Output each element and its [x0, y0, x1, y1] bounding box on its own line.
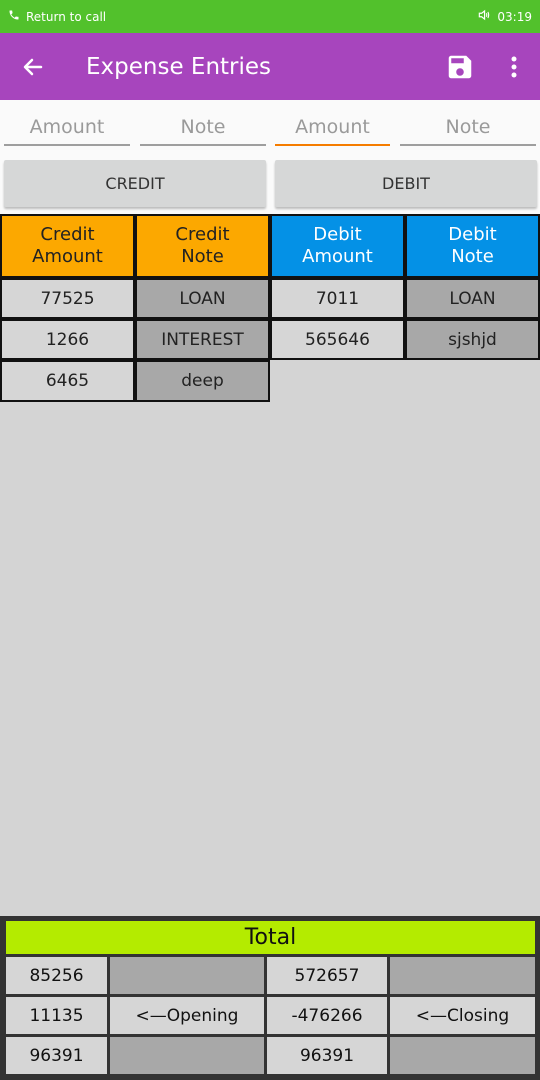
debit-note-cell[interactable]: sjshjd — [405, 319, 540, 360]
page-title: Expense Entries — [86, 53, 272, 80]
blank-cell — [110, 1037, 264, 1074]
debit-total: 572657 — [267, 957, 387, 994]
credit-amount-cell[interactable]: 1266 — [0, 319, 135, 360]
clock-time: 03:19 — [497, 9, 532, 24]
status-right: 03:19 — [477, 8, 532, 25]
debit-button[interactable]: DEBIT — [275, 160, 537, 207]
header-credit-note: Credit Note — [135, 214, 270, 278]
credit-note-cell[interactable]: LOAN — [135, 278, 270, 319]
credit-amount-input[interactable] — [4, 110, 130, 146]
closing-value: -476266 — [267, 997, 387, 1034]
credit-amount-cell[interactable]: 77525 — [0, 278, 135, 319]
status-left[interactable]: Return to call — [8, 9, 106, 24]
debit-final: 96391 — [267, 1037, 387, 1074]
blank-cell — [390, 1037, 535, 1074]
header-credit-amount: Credit Amount — [0, 214, 135, 278]
speaker-icon — [477, 8, 491, 25]
header-debit-amount: Debit Amount — [270, 214, 405, 278]
input-row — [0, 100, 540, 155]
credit-button[interactable]: CREDIT — [4, 160, 266, 207]
blank-cell — [390, 957, 535, 994]
credit-note-cell[interactable]: INTEREST — [135, 319, 270, 360]
app-bar: Expense Entries — [0, 33, 540, 100]
opening-value: 11135 — [6, 997, 107, 1034]
back-arrow-icon[interactable] — [0, 33, 66, 100]
debit-amount-cell[interactable]: 7011 — [270, 278, 405, 319]
credit-amount-cell[interactable]: 6465 — [0, 360, 135, 402]
header-debit-note: Debit Note — [405, 214, 540, 278]
credit-note-cell[interactable]: deep — [135, 360, 270, 402]
totals-panel: Total 85256 572657 11135 <—Opening -4762… — [0, 916, 540, 1080]
phone-icon — [8, 9, 20, 24]
debit-amount-cell[interactable]: 565646 — [270, 319, 405, 360]
blank-cell — [110, 957, 264, 994]
credit-note-input[interactable] — [140, 110, 266, 146]
credit-total: 85256 — [6, 957, 107, 994]
more-vert-icon[interactable] — [488, 33, 540, 100]
debit-amount-input[interactable] — [275, 110, 390, 146]
debit-note-cell[interactable]: LOAN — [405, 278, 540, 319]
opening-label: <—Opening — [110, 997, 264, 1034]
credit-final: 96391 — [6, 1037, 107, 1074]
closing-label: <—Closing — [390, 997, 535, 1034]
status-bar: Return to call 03:19 — [0, 0, 540, 33]
total-title: Total — [6, 921, 535, 954]
return-to-call-label: Return to call — [26, 9, 107, 24]
save-icon[interactable] — [432, 33, 488, 100]
debit-note-input[interactable] — [400, 110, 536, 146]
button-row: CREDIT DEBIT — [0, 155, 540, 215]
